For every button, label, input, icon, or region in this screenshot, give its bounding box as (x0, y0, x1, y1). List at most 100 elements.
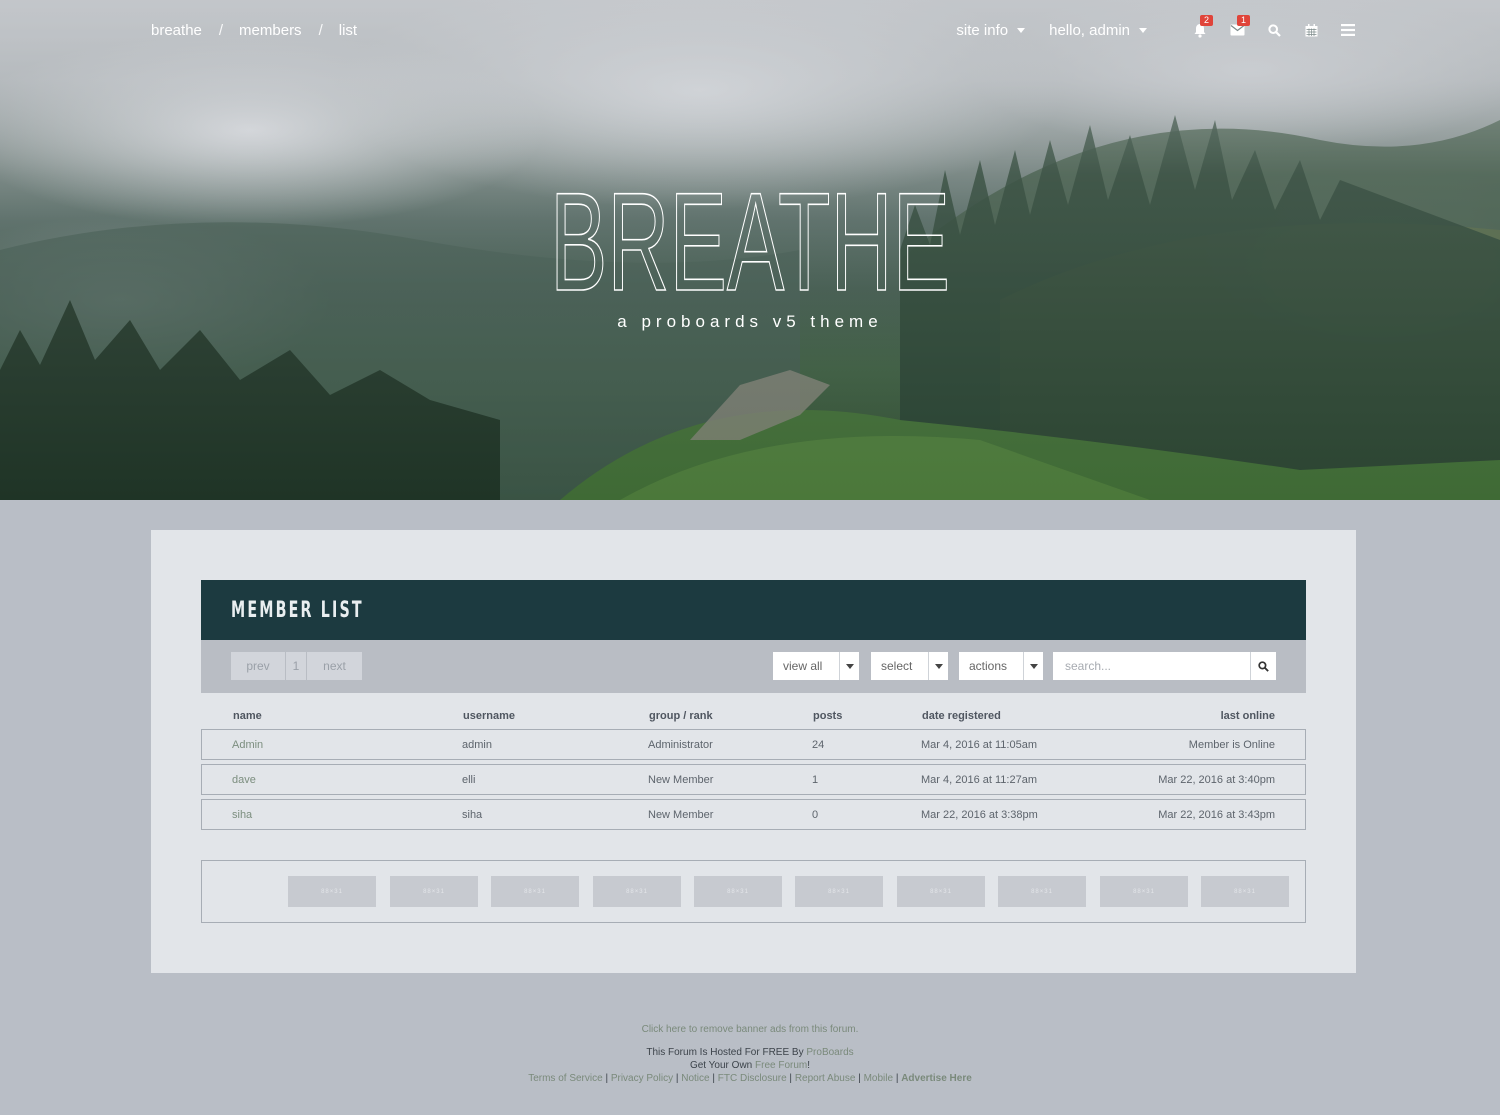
member-list-title: MEMBER LIST (231, 598, 364, 623)
breadcrumb-separator: / (318, 21, 323, 39)
mobile-link[interactable]: Mobile (864, 1073, 893, 1084)
member-list-toolbar: prev 1 next view all select actions (201, 640, 1306, 693)
member-date-registered: Mar 4, 2016 at 11:27am (921, 774, 1037, 786)
column-header-name[interactable]: name (233, 710, 262, 722)
column-header-date-registered[interactable]: date registered (922, 710, 1001, 722)
column-header-username[interactable]: username (463, 710, 515, 722)
breadcrumb-home-link[interactable]: breathe (151, 22, 202, 39)
free-forum-link[interactable]: Free Forum (755, 1060, 807, 1071)
member-last-online: Mar 22, 2016 at 3:40pm (1158, 774, 1275, 786)
member-group: Administrator (648, 739, 713, 751)
affiliate-banner[interactable]: 88×31 (1100, 876, 1188, 907)
menu-icon (1341, 24, 1355, 36)
affiliate-banner-area: 88×31 88×31 88×31 88×31 88×31 88×31 88×3… (201, 860, 1306, 923)
column-header-last-online[interactable]: last online (1221, 710, 1275, 722)
affiliate-banner[interactable]: 88×31 (795, 876, 883, 907)
table-row: siha siha New Member 0 Mar 22, 2016 at 3… (201, 799, 1306, 830)
member-posts: 24 (812, 739, 825, 751)
column-header-group-rank[interactable]: group / rank (649, 710, 713, 722)
notifications-button[interactable]: 2 (1192, 15, 1214, 38)
member-posts: 0 (812, 809, 819, 821)
member-username: elli (462, 774, 476, 786)
select-dropdown-value: select (881, 659, 913, 673)
member-last-online: Mar 22, 2016 at 3:43pm (1158, 809, 1275, 821)
hero-title: BREATHE (0, 162, 1500, 321)
member-group: New Member (648, 774, 714, 786)
breadcrumb-list-link[interactable]: list (339, 22, 357, 39)
hero-banner: breathe / members / list site info hello… (0, 0, 1500, 500)
prev-page-button[interactable]: prev (231, 652, 286, 680)
chevron-down-icon (928, 652, 948, 680)
member-posts: 1 (812, 774, 819, 786)
calendar-icon (1305, 23, 1317, 36)
member-search-button[interactable] (1250, 652, 1276, 680)
member-date-registered: Mar 22, 2016 at 3:38pm (921, 809, 1038, 821)
affiliate-banner[interactable]: 88×31 (390, 876, 478, 907)
table-row: dave elli New Member 1 Mar 4, 2016 at 11… (201, 764, 1306, 795)
menu-button[interactable] (1340, 22, 1356, 38)
proboards-link[interactable]: ProBoards (806, 1047, 853, 1058)
privacy-link[interactable]: Privacy Policy (611, 1073, 673, 1084)
column-header-posts[interactable]: posts (813, 710, 842, 722)
member-search-input[interactable] (1053, 652, 1250, 680)
member-date-registered: Mar 4, 2016 at 11:05am (921, 739, 1037, 751)
member-group: New Member (648, 809, 714, 821)
member-name-link[interactable]: dave (232, 774, 256, 786)
table-row: Admin admin Administrator 24 Mar 4, 2016… (201, 729, 1306, 760)
select-dropdown[interactable]: select (871, 652, 948, 680)
site-info-dropdown[interactable]: site info (956, 21, 1026, 39)
chevron-down-icon (1023, 652, 1043, 680)
own-forum-suffix: ! (807, 1060, 811, 1071)
affiliate-banner[interactable]: 88×31 (897, 876, 985, 907)
remove-ads-line: Click here to remove banner ads from thi… (0, 1024, 1500, 1035)
affiliate-banner[interactable]: 88×31 (694, 876, 782, 907)
hero-title-outline: BREATHE (549, 162, 951, 321)
search-icon (1267, 23, 1281, 37)
page-number-button[interactable]: 1 (286, 652, 307, 680)
breadcrumb-members-link[interactable]: members (239, 22, 302, 39)
view-filter-select[interactable]: view all (773, 652, 859, 680)
site-info-label: site info (956, 21, 1009, 39)
actions-dropdown[interactable]: actions (959, 652, 1043, 680)
member-last-online: Member is Online (1188, 739, 1275, 751)
remove-ads-link[interactable]: Click here to remove banner ads from thi… (642, 1024, 859, 1035)
report-abuse-link[interactable]: Report Abuse (795, 1073, 856, 1084)
search-icon (1258, 660, 1269, 672)
next-page-button[interactable]: next (307, 652, 362, 680)
member-table-header: name username group / rank posts date re… (201, 710, 1306, 728)
top-navigation: site info hello, admin 2 1 (956, 15, 1356, 40)
user-menu-dropdown[interactable]: hello, admin (1049, 22, 1147, 39)
member-username: admin (462, 739, 492, 751)
member-name-link[interactable]: siha (232, 809, 252, 821)
terms-link[interactable]: Terms of Service (528, 1073, 602, 1084)
hero-title-text: BREATHE (550, 180, 950, 292)
user-greeting: hello, admin (1049, 21, 1130, 39)
affiliate-banner[interactable]: 88×31 (491, 876, 579, 907)
messages-count-badge: 1 (1237, 15, 1251, 26)
affiliate-banner[interactable]: 88×31 (593, 876, 681, 907)
member-name-link[interactable]: Admin (232, 739, 263, 751)
search-button[interactable] (1266, 22, 1282, 38)
chevron-down-icon (839, 652, 859, 680)
advertise-here-link[interactable]: Advertise Here (901, 1073, 972, 1084)
content-panel: MEMBER LIST prev 1 next view all select … (151, 530, 1356, 973)
breadcrumb-separator: / (218, 21, 224, 39)
member-list-header: MEMBER LIST (201, 580, 1306, 640)
ftc-disclosure-link[interactable]: FTC Disclosure (718, 1073, 787, 1084)
affiliate-banner[interactable]: 88×31 (1201, 876, 1289, 907)
pagination: prev 1 next (231, 652, 362, 680)
chevron-down-icon (1017, 28, 1026, 33)
messages-button[interactable]: 1 (1229, 15, 1251, 38)
hero-subtitle: a proboards v5 theme (617, 312, 883, 331)
breadcrumb: breathe / members / list (151, 20, 357, 40)
notifications-count-badge: 2 (1200, 15, 1214, 26)
affiliate-banner[interactable]: 88×31 (998, 876, 1086, 907)
member-username: siha (462, 809, 483, 821)
member-search (1053, 652, 1276, 680)
notice-link[interactable]: Notice (681, 1073, 709, 1084)
footer-links: Terms of Service | Privacy Policy | Noti… (528, 1073, 972, 1084)
own-forum-text: Get Your Own (689, 1060, 753, 1071)
hosted-by-line: This Forum Is Hosted For FREE By ProBoar… (0, 1047, 1500, 1058)
calendar-button[interactable] (1303, 22, 1319, 38)
affiliate-banner[interactable]: 88×31 (288, 876, 376, 907)
